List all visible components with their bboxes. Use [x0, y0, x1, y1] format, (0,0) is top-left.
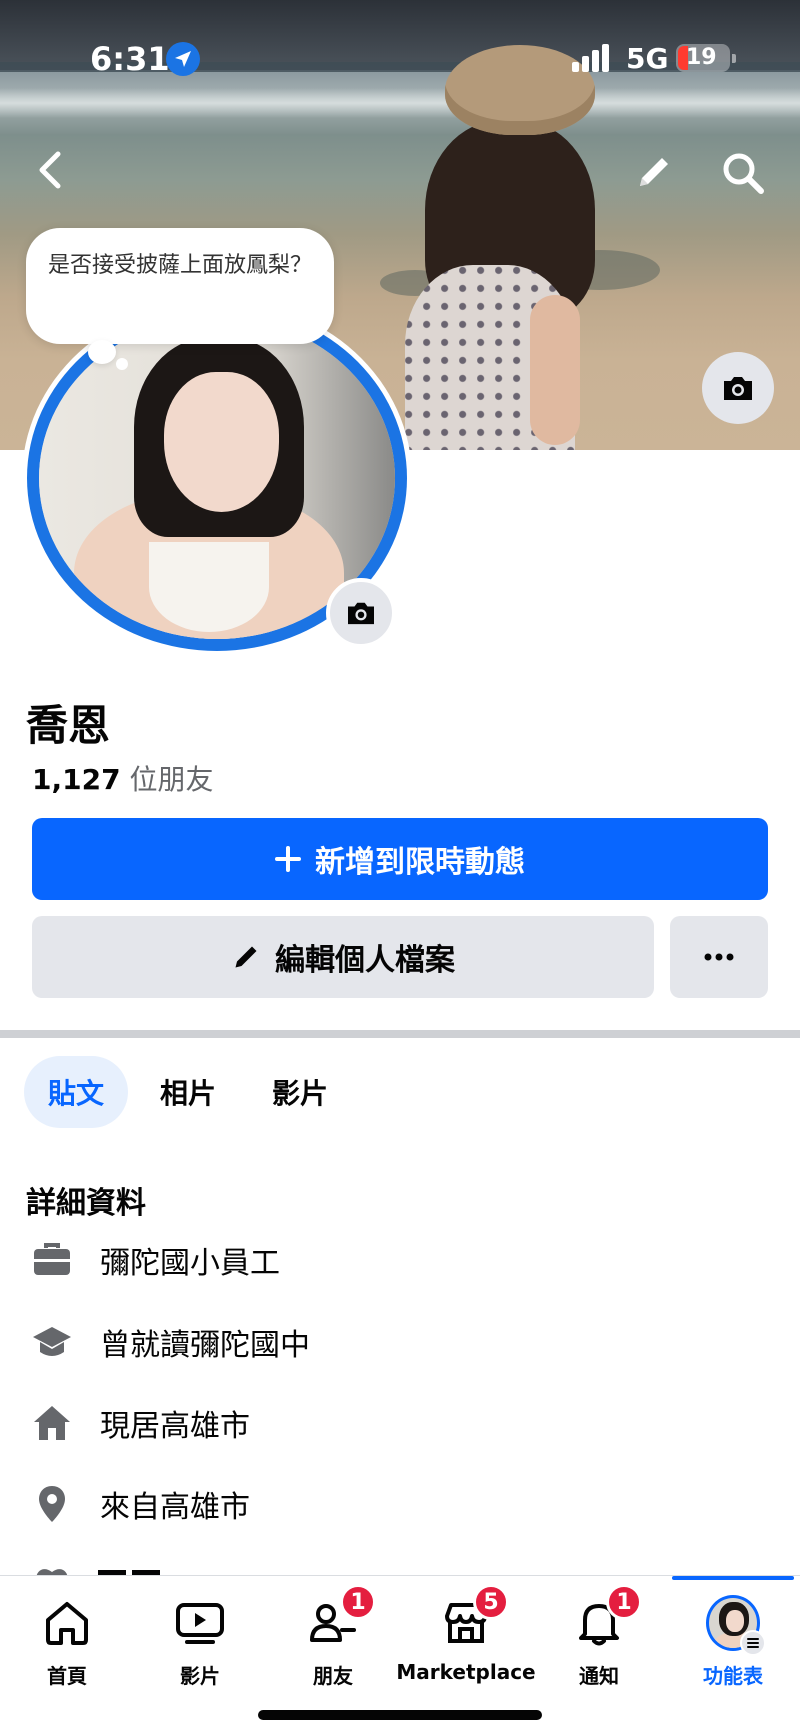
video-icon — [173, 1596, 227, 1650]
edit-profile-label: 編輯個人檔案 — [275, 943, 455, 978]
search-button[interactable] — [718, 148, 768, 198]
camera-icon — [724, 377, 752, 400]
detail-current-city: 現居高雄市 — [30, 1395, 250, 1451]
edit-button[interactable] — [630, 148, 678, 196]
status-time: 6:31 — [90, 40, 170, 78]
friends-count[interactable]: 1,127 位朋友 — [32, 758, 214, 798]
nav-friends-label: 朋友 — [313, 1664, 353, 1688]
profile-name: 喬恩 — [26, 701, 111, 750]
home-icon — [40, 1596, 94, 1650]
tab-videos[interactable]: 影片 — [248, 1056, 352, 1128]
search-icon — [723, 153, 764, 194]
cover-camera-button[interactable] — [702, 352, 774, 424]
location-arrow-icon — [166, 42, 200, 76]
nav-home-label: 首頁 — [47, 1664, 87, 1688]
nav-marketplace[interactable]: 5 Marketplace — [396, 1584, 536, 1696]
nav-video[interactable]: 影片 — [133, 1596, 267, 1696]
location-pin-icon — [30, 1482, 74, 1526]
tab-photos[interactable]: 相片 — [136, 1056, 240, 1128]
avatar-camera-button[interactable] — [326, 578, 396, 648]
detail-current-city-text: 現居高雄市 — [100, 1409, 250, 1444]
friends-number: 1,127 — [32, 763, 121, 796]
active-tab-indicator — [672, 1576, 794, 1580]
nav-video-label: 影片 — [180, 1664, 220, 1688]
hamburger-icon — [740, 1630, 766, 1656]
details-title: 詳細資料 — [26, 1186, 146, 1221]
briefcase-icon — [30, 1238, 74, 1282]
edit-profile-button[interactable]: 編輯個人檔案 — [32, 916, 654, 998]
nav-home[interactable]: 首頁 — [0, 1596, 134, 1696]
friends-badge: 1 — [340, 1584, 376, 1620]
camera-icon — [348, 602, 374, 625]
detail-education: 曾就讀彌陀國中 — [30, 1314, 310, 1370]
battery-icon: 19 — [676, 44, 736, 72]
pencil-icon — [640, 158, 668, 186]
nav-menu[interactable]: 功能表 — [666, 1595, 800, 1696]
friends-icon: 1 — [306, 1584, 376, 1650]
add-to-story-label: 新增到限時動態 — [315, 845, 525, 880]
profile-note[interactable]: 是否接受披薩上面放鳳梨？ — [26, 228, 334, 344]
detail-hometown-text: 來自高雄市 — [100, 1490, 250, 1525]
signal-icon — [572, 42, 612, 72]
nav-notifications-label: 通知 — [579, 1664, 619, 1688]
tab-posts[interactable]: 貼文 — [24, 1056, 129, 1128]
back-icon — [39, 151, 61, 189]
add-to-story-button[interactable]: 新增到限時動態 — [32, 818, 768, 900]
more-dots-icon — [704, 953, 734, 961]
nav-marketplace-label: Marketplace — [396, 1660, 536, 1684]
friends-label: 位朋友 — [129, 763, 214, 796]
nav-notifications[interactable]: 1 通知 — [532, 1584, 666, 1696]
nav-friends[interactable]: 1 朋友 — [266, 1584, 400, 1696]
detail-work: 彌陀國小員工 — [30, 1232, 280, 1288]
home-indicator — [258, 1710, 542, 1720]
back-button[interactable] — [28, 148, 72, 192]
note-bubble-tail — [116, 358, 128, 370]
section-divider — [0, 1030, 800, 1038]
pencil-icon — [235, 946, 257, 968]
detail-work-text: 彌陀國小員工 — [100, 1246, 280, 1281]
marketplace-badge: 5 — [473, 1584, 509, 1620]
detail-hometown: 來自高雄市 — [30, 1476, 250, 1532]
bell-icon: 1 — [572, 1584, 642, 1650]
notifications-badge: 1 — [606, 1584, 642, 1620]
menu-avatar-icon — [706, 1595, 766, 1656]
battery-level: 19 — [686, 45, 717, 70]
house-icon — [30, 1401, 74, 1445]
plus-icon — [275, 846, 301, 872]
note-bubble-tail — [88, 340, 116, 364]
marketplace-icon: 5 — [439, 1584, 509, 1650]
status-bar: 6:31 5G 19 — [0, 0, 800, 120]
graduation-cap-icon — [30, 1320, 74, 1364]
detail-education-text: 曾就讀彌陀國中 — [100, 1328, 310, 1363]
nav-menu-label: 功能表 — [703, 1664, 763, 1688]
network-type: 5G — [626, 42, 669, 75]
profile-tabs: 貼文 相片 影片 — [24, 1056, 352, 1128]
more-options-button[interactable] — [670, 916, 768, 998]
